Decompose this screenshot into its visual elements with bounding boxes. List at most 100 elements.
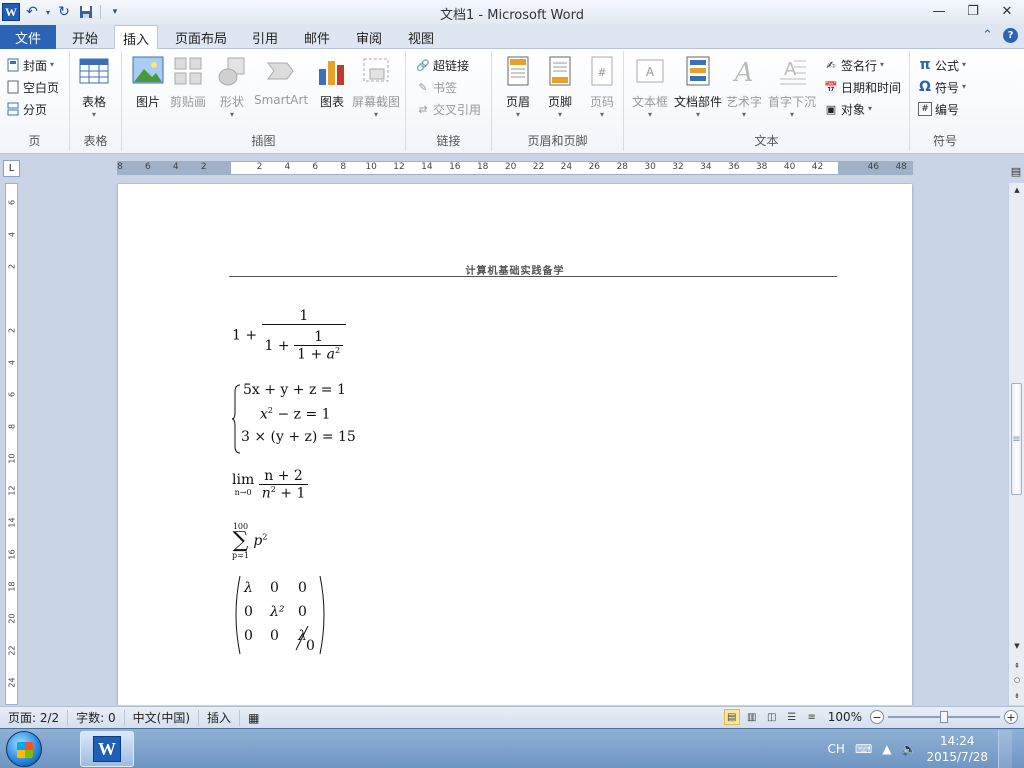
input-language[interactable]: CH	[828, 742, 845, 756]
zoom-handle[interactable]	[940, 711, 948, 723]
equation-continued-fraction[interactable]: 1 + 1 1 + 1 1 + a2	[232, 308, 347, 363]
page-number-button[interactable]: # 页码 ▾	[586, 55, 618, 120]
equation-button[interactable]: π 公式 ▾	[918, 55, 966, 75]
clipart-button[interactable]: 剪贴画	[170, 55, 206, 110]
scroll-down-icon[interactable]: ▼	[1009, 639, 1024, 653]
fraction: 1 1 + 1 1 + a2	[261, 308, 347, 363]
ruler-tick-label: 28	[616, 162, 628, 172]
tab-page-layout[interactable]: 页面布局	[168, 25, 234, 49]
ruler-tick-label: 22	[532, 162, 545, 172]
show-hidden-icons-icon[interactable]: ▲	[882, 742, 891, 756]
cross-reference-button[interactable]: ⇄ 交叉引用	[416, 99, 481, 119]
table-button[interactable]: 表格 ▾	[78, 55, 110, 120]
zoom-out-icon[interactable]: −	[870, 710, 884, 724]
tab-view[interactable]: 视图	[400, 25, 442, 49]
browse-object-icon[interactable]: ○	[1009, 673, 1024, 687]
macro-record-icon[interactable]: ▦	[240, 710, 267, 726]
page-break-button[interactable]: 分页	[6, 99, 47, 119]
omega-icon: Ω	[919, 79, 931, 95]
scroll-thumb[interactable]: ≡	[1011, 383, 1022, 495]
tab-references[interactable]: 引用	[244, 25, 286, 49]
web-layout-icon[interactable]: ◫	[764, 709, 780, 725]
minimize-button[interactable]: —	[922, 0, 956, 22]
hyperlink-button[interactable]: 🔗 超链接	[416, 55, 469, 75]
shapes-button[interactable]: 形状 ▾	[216, 55, 248, 120]
vertical-ruler[interactable]: 6 4 2 2 4 6 8 10 12 14 16 18 20 22 24	[5, 183, 18, 705]
zoom-slider[interactable]	[888, 709, 1000, 725]
tab-mailings[interactable]: 邮件	[296, 25, 338, 49]
quick-parts-button[interactable]: 文档部件 ▾	[674, 55, 722, 120]
chevron-down-icon: ▾	[557, 110, 562, 119]
limit-fraction: n + 2 n2 + 1	[258, 468, 309, 502]
zoom-level[interactable]: 100%	[824, 710, 866, 724]
keyboard-icon[interactable]: ⌨	[855, 742, 872, 756]
chart-button[interactable]: 图表	[316, 55, 348, 110]
chevron-down-icon: ▾	[742, 110, 747, 119]
previous-page-icon[interactable]: ⇞	[1009, 659, 1024, 673]
smartart-button[interactable]: SmartArt	[254, 55, 308, 107]
group-label-links: 链接	[436, 134, 461, 148]
tab-selector-icon[interactable]: L	[3, 160, 20, 177]
equation-limit[interactable]: lim n→0 n + 2 n2 + 1	[232, 468, 309, 502]
date-time-button[interactable]: 📅 日期和时间	[824, 77, 901, 97]
full-screen-reading-icon[interactable]: ▥	[744, 709, 760, 725]
show-desktop-button[interactable]	[998, 730, 1012, 768]
signature-line-button[interactable]: ✍ 签名行 ▾	[824, 55, 884, 75]
dropcap-button[interactable]: A 首字下沉 ▾	[768, 55, 816, 120]
tab-review[interactable]: 审阅	[348, 25, 390, 49]
page-count[interactable]: 页面: 2/2	[0, 709, 69, 726]
document-area[interactable]: 计算机基础实践备学 1 + 1 1 + 1 1 + a2 5x + y + z …	[22, 183, 1008, 705]
minimize-ribbon-icon[interactable]: ⌃	[982, 28, 993, 43]
footer-icon	[544, 55, 576, 89]
outline-view-icon[interactable]: ☰	[784, 709, 800, 725]
vruler-tick-label: 10	[7, 453, 17, 464]
sigma-operator: 100 ∑ p=1	[232, 522, 249, 560]
print-layout-view-icon[interactable]: ▤	[723, 709, 740, 725]
draft-view-icon[interactable]: ≡	[804, 709, 820, 725]
matrix-cell: λ0	[298, 628, 315, 654]
ruler-toggle-icon[interactable]: ▤	[1008, 160, 1024, 182]
restore-button[interactable]: ❐	[956, 0, 990, 22]
blank-page-button[interactable]: 空白页	[6, 77, 59, 97]
taskbar-word-button[interactable]: W	[80, 731, 134, 767]
group-header-footer: 页眉 ▾ 页脚 ▾ # 页码 ▾ 页眉和页脚	[492, 51, 624, 151]
group-pages: 封面 ▾ 空白页 分页 页	[0, 51, 70, 151]
tab-insert[interactable]: 插入	[114, 25, 158, 50]
bookmark-button[interactable]: ✎ 书签	[416, 77, 457, 97]
ruler-tick-label: 14	[421, 162, 433, 172]
document-page[interactable]: 计算机基础实践备学 1 + 1 1 + 1 1 + a2 5x + y + z …	[118, 184, 912, 705]
cover-page-button[interactable]: 封面 ▾	[6, 55, 54, 75]
screenshot-icon	[360, 55, 392, 89]
volume-icon[interactable]: 🔈	[902, 742, 917, 756]
tab-file[interactable]: 文件	[0, 25, 56, 49]
scroll-up-icon[interactable]: ▲	[1009, 183, 1024, 197]
textbox-button[interactable]: A 文本框 ▾	[632, 55, 668, 120]
ruler-tick-label: 36	[728, 162, 740, 172]
header-button[interactable]: 页眉 ▾	[502, 55, 534, 120]
word-count[interactable]: 字数: 0	[68, 709, 125, 726]
matrix-cell: λ²	[270, 604, 285, 620]
help-icon[interactable]: ?	[1003, 28, 1018, 43]
clock[interactable]: 14:24 2015/7/28	[926, 733, 988, 765]
zoom-in-icon[interactable]: +	[1004, 710, 1018, 724]
symbol-button[interactable]: Ω 符号 ▾	[918, 77, 966, 97]
ribbon-insert: 封面 ▾ 空白页 分页 页 表格 ▾ 表格 图片 剪贴画 形状 ▾ SmartA…	[0, 49, 1024, 154]
insert-mode[interactable]: 插入	[199, 709, 241, 726]
picture-button[interactable]: 图片	[132, 55, 164, 110]
close-button[interactable]: ✕	[990, 0, 1024, 22]
page-header-text: 计算机基础实践备学	[465, 266, 565, 277]
number-button[interactable]: # 编号	[918, 99, 959, 119]
screenshot-button[interactable]: 屏幕截图 ▾	[352, 55, 400, 120]
vertical-scrollbar[interactable]: ▲ ≡ ▼ ⇞ ○ ⇟	[1008, 183, 1024, 705]
equation-summation[interactable]: 100 ∑ p=1 p2	[232, 522, 267, 560]
horizontal-ruler[interactable]: 8 6 4 2 2 4 6 8 10 12 14 16 18 20 22 24 26 28 30 32 34 36 38 40…	[117, 161, 913, 175]
system-row-1: 5x + y + z = 1	[243, 382, 346, 398]
footer-button[interactable]: 页脚 ▾	[544, 55, 576, 120]
object-button[interactable]: ▣ 对象 ▾	[824, 99, 872, 119]
start-button[interactable]	[6, 731, 42, 767]
language-indicator[interactable]: 中文(中国)	[125, 709, 200, 726]
tab-home[interactable]: 开始	[62, 25, 108, 49]
equation-matrix[interactable]: λ 0 0 0 λ² 0 0 0 λ 0	[232, 574, 328, 656]
next-page-icon[interactable]: ⇟	[1009, 689, 1024, 703]
wordart-button[interactable]: A 艺术字 ▾	[726, 55, 762, 120]
